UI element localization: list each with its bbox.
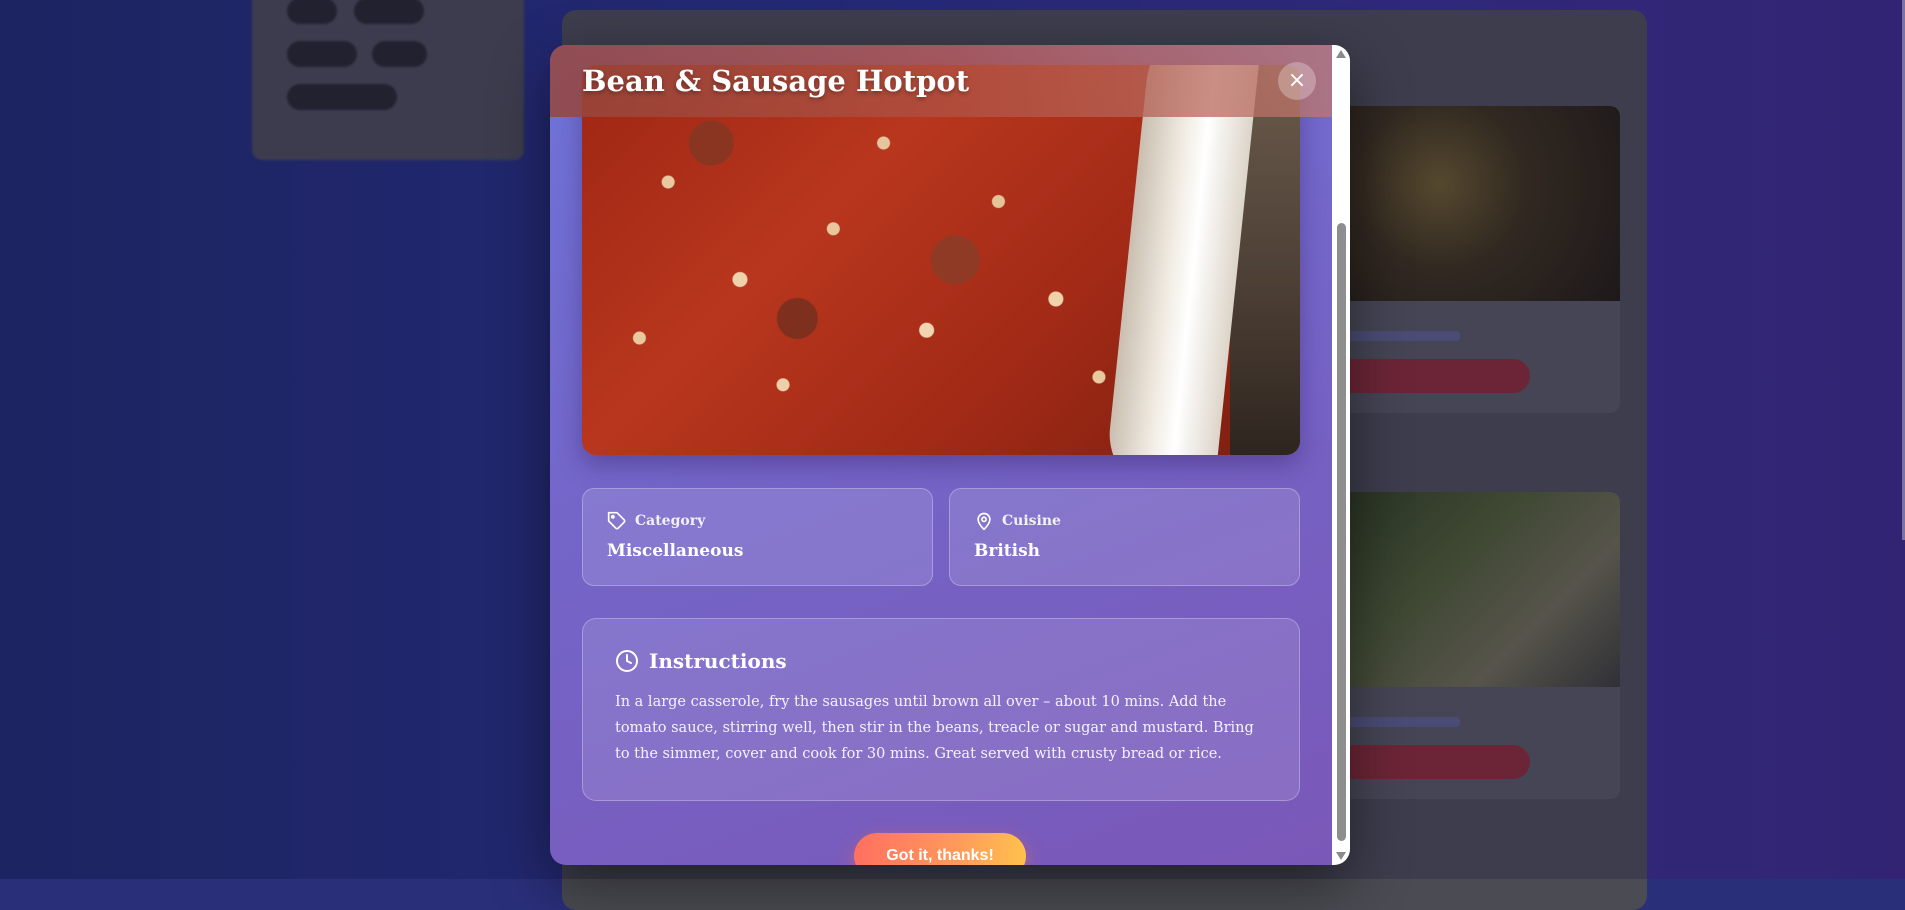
cuisine-value: British (974, 541, 1275, 561)
category-card: Category Miscellaneous (582, 488, 933, 586)
modal-scroll-area[interactable]: Bean & Sausage Hotpot × Category Miscell… (550, 45, 1332, 865)
instructions-heading-row: Instructions (615, 649, 1267, 673)
category-value: Miscellaneous (607, 541, 908, 561)
cuisine-label: Cuisine (1002, 513, 1061, 529)
category-label-row: Category (607, 511, 908, 531)
category-label: Category (635, 513, 705, 529)
map-pin-icon (974, 511, 994, 531)
cuisine-card: Cuisine British (949, 488, 1300, 586)
instructions-heading: Instructions (649, 649, 787, 673)
tag-icon (607, 511, 627, 531)
got-it-button[interactable]: Got it, thanks! (854, 833, 1026, 865)
instructions-text: In a large casserole, fry the sausages u… (615, 689, 1267, 767)
scroll-down-arrow-icon[interactable] (1336, 852, 1346, 860)
close-icon: × (1288, 68, 1306, 93)
modal-scrollbar[interactable] (1332, 45, 1350, 865)
cuisine-label-row: Cuisine (974, 511, 1275, 531)
modal-title: Bean & Sausage Hotpot (582, 64, 969, 98)
instructions-card: Instructions In a large casserole, fry t… (582, 618, 1300, 801)
close-button[interactable]: × (1278, 62, 1316, 100)
recipe-modal: Bean & Sausage Hotpot × Category Miscell… (550, 45, 1350, 865)
clock-icon (615, 649, 639, 673)
scroll-thumb[interactable] (1337, 223, 1346, 841)
modal-header: Bean & Sausage Hotpot × (550, 45, 1332, 117)
scroll-up-arrow-icon[interactable] (1336, 50, 1346, 58)
recipe-hero-image (582, 65, 1300, 455)
recipe-info-row: Category Miscellaneous Cuisine British (582, 488, 1300, 586)
